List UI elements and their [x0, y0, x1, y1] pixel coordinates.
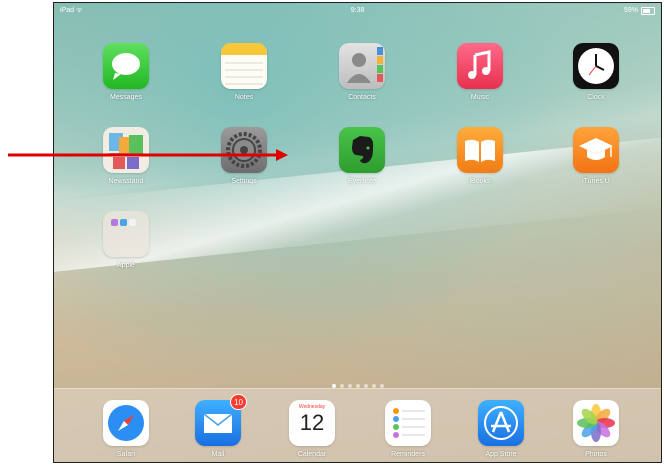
- app-clock[interactable]: Clock: [560, 43, 632, 101]
- music-icon: [457, 43, 503, 89]
- calendar-icon: Wednesday 12: [289, 400, 335, 446]
- app-label: Newsstand: [108, 178, 144, 185]
- app-label: Evernote: [347, 178, 377, 185]
- evernote-icon: [339, 127, 385, 173]
- folder-icon: [103, 211, 149, 257]
- notes-icon: [221, 43, 267, 89]
- battery-percent: 59%: [623, 7, 638, 14]
- battery-icon: [641, 7, 655, 15]
- app-contacts[interactable]: Contacts: [326, 43, 398, 101]
- status-bar: iPad ᯤ 9:38 59%: [54, 3, 661, 19]
- dock-app-calendar[interactable]: Wednesday 12 Calendar: [276, 400, 348, 458]
- annotation-arrow: [8, 149, 288, 161]
- app-folder-apple[interactable]: Apple: [90, 211, 162, 269]
- app-label: Safari: [116, 451, 136, 458]
- dock-app-safari[interactable]: Safari: [90, 400, 162, 458]
- app-label: Messages: [110, 94, 142, 101]
- app-label: iTunes U: [582, 178, 610, 185]
- app-evernote[interactable]: Evernote: [326, 127, 398, 185]
- app-label: Clock: [587, 94, 605, 101]
- app-label: Notes: [234, 94, 254, 101]
- contacts-icon: [339, 43, 385, 89]
- dock-app-mail[interactable]: 10 Mail: [182, 394, 254, 458]
- photos-icon: [573, 400, 619, 446]
- battery-status: 59%: [624, 3, 655, 19]
- unread-badge: 10: [230, 394, 247, 410]
- app-label: Music: [470, 94, 490, 101]
- app-music[interactable]: Music: [444, 43, 516, 101]
- app-label: Settings: [231, 178, 257, 185]
- ibooks-icon: [457, 127, 503, 173]
- app-notes[interactable]: Notes: [208, 43, 280, 101]
- messages-icon: [103, 43, 149, 89]
- calendar-day-number: 12: [299, 410, 325, 435]
- app-ibooks[interactable]: iBooks: [444, 127, 516, 185]
- reminders-icon: [385, 400, 431, 446]
- app-label: Mail: [211, 451, 225, 458]
- app-label: Contacts: [348, 94, 376, 101]
- clock-icon: [573, 43, 619, 89]
- app-messages[interactable]: Messages: [90, 43, 162, 101]
- app-label: App Store: [485, 451, 517, 458]
- safari-icon: [103, 400, 149, 446]
- dock-app-app-store[interactable]: App Store: [465, 400, 537, 458]
- dock-app-photos[interactable]: Photos: [560, 400, 632, 458]
- app-label: iBooks: [469, 178, 491, 185]
- app-itunes-u[interactable]: iTunes U: [560, 127, 632, 185]
- app-label: Calendar: [297, 451, 327, 458]
- status-time: 9:38: [350, 7, 365, 14]
- app-label: Reminders: [391, 451, 425, 458]
- ipad-screen: iPad ᯤ 9:38 59% Messages Notes Contacts …: [53, 2, 662, 463]
- app-store-icon: [478, 400, 524, 446]
- dock-app-reminders[interactable]: Reminders: [372, 400, 444, 458]
- itunes-u-icon: [573, 127, 619, 173]
- dock: Safari 10 Mail Wednesday 12 Calendar Rem…: [54, 388, 661, 462]
- folder-label: Apple: [117, 262, 135, 269]
- app-label: Photos: [585, 451, 607, 458]
